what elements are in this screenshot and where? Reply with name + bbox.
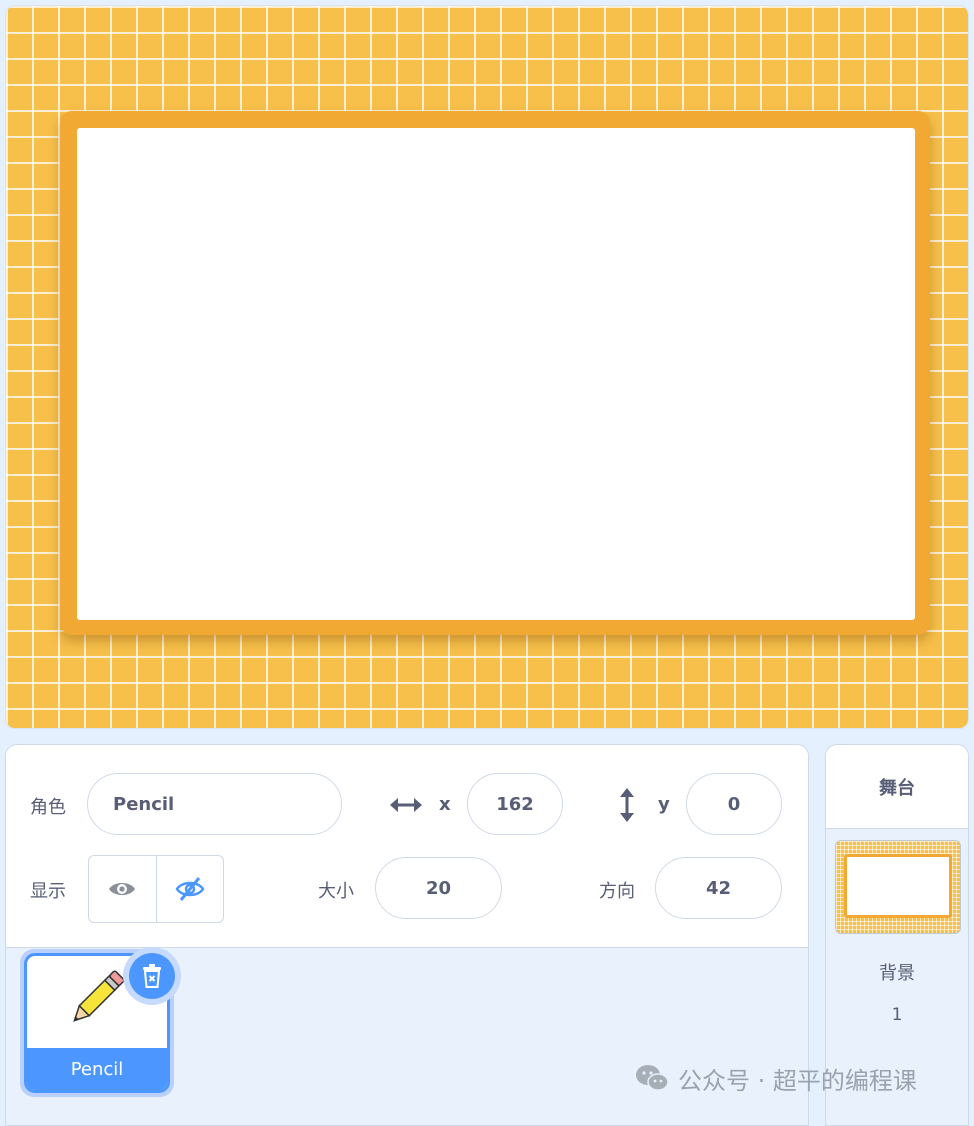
sprite-name-input[interactable]: Pencil: [87, 773, 342, 835]
pencil-costume-icon: [73, 970, 125, 1022]
eye-icon: [109, 883, 136, 895]
size-input[interactable]: 20: [375, 857, 502, 919]
watermark-text: 公众号 · 超平的编程课: [678, 1066, 917, 1095]
x-arrow-icon: [390, 798, 422, 812]
stage-white-board: [77, 128, 915, 620]
stage-frame: [60, 111, 930, 635]
visibility-toggle: [88, 855, 224, 923]
watermark: 公众号 · 超平的编程课: [634, 1060, 964, 1096]
delete-sprite-button[interactable]: [123, 947, 181, 1005]
backdrop-label: 背景: [879, 963, 915, 984]
sprite-label: 角色: [30, 797, 66, 818]
wechat-icon: [636, 1065, 669, 1091]
backdrop-count: 1: [891, 1005, 903, 1025]
direction-input[interactable]: 42: [655, 857, 782, 919]
y-input[interactable]: 0: [686, 773, 782, 835]
show-label: 显示: [30, 881, 66, 902]
stage-title: 舞台: [826, 745, 968, 829]
sprite-info: 角色 Pencil x 162 y 0 显示 大小 20 方向 42: [6, 745, 808, 948]
x-input[interactable]: 162: [467, 773, 563, 835]
trash-icon: [143, 964, 161, 988]
y-arrow-icon: [620, 788, 634, 822]
backdrop-thumbnail[interactable]: [835, 840, 961, 934]
stage-canvas[interactable]: [5, 5, 969, 729]
hide-button[interactable]: [155, 856, 224, 922]
x-label: x: [439, 794, 451, 815]
y-label: y: [658, 794, 670, 815]
eye-hidden-icon: [175, 877, 205, 901]
show-button[interactable]: [89, 856, 156, 922]
sprite-tile-name: Pencil: [27, 1048, 167, 1090]
direction-label: 方向: [599, 881, 635, 902]
size-label: 大小: [318, 881, 354, 902]
